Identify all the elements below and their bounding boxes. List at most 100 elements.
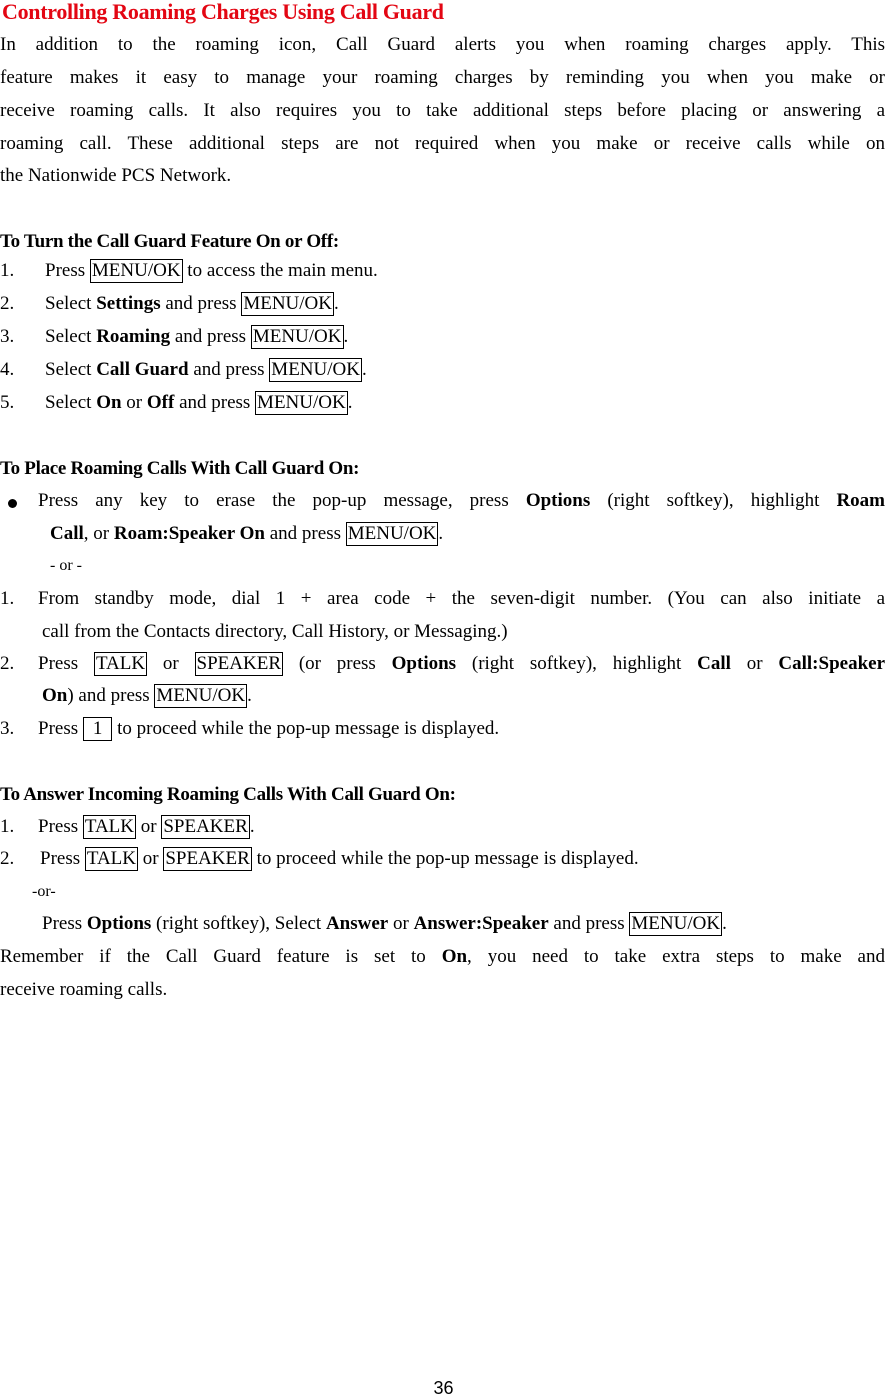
bullet-line-2: Call, or Roam:Speaker On and press MENU/… (50, 522, 443, 546)
step-text: and press (170, 326, 251, 347)
place-step-2-continued: On) and press MENU/OK. (42, 684, 252, 708)
call-label: Call (50, 523, 84, 544)
on-label: On (441, 946, 468, 967)
step-number: 5. (0, 392, 15, 413)
step-number: 2. (0, 653, 15, 674)
bullet-text: . (438, 523, 444, 544)
page-title: Controlling Roaming Charges Using Call G… (2, 0, 444, 24)
toggle-step-2: 2. Select Settings and press MENU/OK. (0, 292, 339, 316)
step-text: Select (45, 359, 97, 380)
step-text: . (347, 392, 353, 413)
intro-line-5: the Nationwide PCS Network. (0, 165, 232, 186)
step-number: 1. (0, 260, 15, 281)
toggle-step-5: 5. Select On or Off and press MENU/OK. (0, 391, 352, 415)
note-text: , you need to take extra steps to make a… (467, 946, 885, 967)
step-text: Press (40, 848, 85, 869)
place-step-2: 2. Press TALK or SPEAKER (or press Optio… (0, 652, 885, 676)
step-number: 2. (0, 293, 15, 314)
toggle-step-4: 4. Select Call Guard and press MENU/OK. (0, 358, 367, 382)
step-text-line: Press TALK or SPEAKER (or press Options … (38, 652, 885, 676)
page-number: 36 (433, 1378, 454, 1398)
section-heading-toggle: To Turn the Call Guard Feature On or Off… (0, 231, 339, 252)
call-speaker-label: Call:Speaker (778, 653, 885, 674)
step-text: to proceed while the pop-up message is d… (251, 848, 639, 869)
menu-ok-key: MENU/OK (345, 522, 439, 546)
step-text: (right softkey), Select (151, 913, 326, 934)
on-label: On (96, 392, 122, 413)
intro-line-3: receive roaming calls. It also requires … (0, 100, 885, 121)
answer-step-1: 1. Press TALK or SPEAKER. (0, 815, 255, 839)
step-text: or (138, 848, 164, 869)
roam-label: Roam (836, 490, 885, 511)
intro-line-2: feature makes it easy to manage your roa… (0, 67, 885, 88)
step-text: or (388, 913, 414, 934)
speaker-key: SPEAKER (161, 815, 250, 839)
toggle-step-3: 3. Select Roaming and press MENU/OK. (0, 325, 348, 349)
section-heading-place-calls: To Place Roaming Calls With Call Guard O… (0, 458, 360, 479)
menu-ok-key: MENU/OK (269, 358, 362, 382)
step-text: Press (42, 913, 87, 934)
speaker-key: SPEAKER (194, 652, 283, 676)
step-number: 3. (0, 718, 15, 739)
step-text: . (361, 359, 367, 380)
step-text: Press (38, 816, 83, 837)
step-text: . (334, 293, 339, 314)
step-text: From standby mode, dial 1 + area code + … (38, 588, 885, 609)
key-1: 1 (82, 717, 113, 741)
menu-ok-key: MENU/OK (250, 325, 344, 349)
bullet-icon (8, 499, 17, 508)
step-text: or (730, 653, 779, 674)
step-text: Press (38, 718, 83, 739)
section-heading-answer-calls: To Answer Incoming Roaming Calls With Ca… (0, 784, 456, 805)
options-label: Options (525, 490, 591, 511)
step-number: 3. (0, 326, 15, 347)
call-guard-label: Call Guard (96, 359, 189, 380)
answer-speaker-label: Answer:Speaker (413, 913, 549, 934)
or-separator: -or- (32, 883, 56, 900)
step-text: Press (38, 653, 94, 674)
remember-note-line-1: Remember if the Call Guard feature is se… (0, 945, 885, 969)
toggle-step-1: 1. Press MENU/OK to access the main menu. (0, 259, 378, 283)
step-text: to proceed while the pop-up message is d… (112, 718, 500, 739)
menu-ok-key: MENU/OK (255, 391, 348, 415)
step-number: 1. (0, 816, 15, 837)
call-label: Call (697, 653, 731, 674)
menu-ok-key: MENU/OK (629, 912, 723, 936)
step-text: (right softkey), highlight (456, 653, 698, 674)
step-number: 2. (0, 848, 15, 869)
bullet-text: Press any key to erase the pop-up messag… (38, 490, 526, 511)
step-text: or (136, 816, 162, 837)
roaming-label: Roaming (96, 326, 171, 347)
step-text: and press (188, 359, 270, 380)
off-label: Off (146, 392, 175, 413)
talk-key: TALK (84, 847, 139, 871)
menu-ok-key: MENU/OK (89, 259, 183, 283)
menu-ok-key: MENU/OK (154, 684, 248, 708)
or-separator: - or - (50, 557, 82, 574)
step-number: 1. (0, 588, 15, 609)
options-label: Options (86, 913, 152, 934)
roam-speaker-on-label: Roam:Speaker On (113, 523, 265, 544)
talk-key: TALK (93, 652, 148, 676)
step-number: 4. (0, 359, 15, 380)
step-text: and press (160, 293, 242, 314)
answer-alternative: Press Options (right softkey), Select An… (42, 912, 727, 936)
bullet-text: , or (83, 523, 114, 544)
step-text: . (343, 326, 349, 347)
remember-note-line-2: receive roaming calls. (0, 979, 168, 1000)
step-text: Select (45, 293, 97, 314)
step-text: and press (548, 913, 630, 934)
step-text: Press (45, 260, 90, 281)
place-step-3: 3. Press 1 to proceed while the pop-up me… (0, 717, 499, 741)
speaker-key: SPEAKER (163, 847, 252, 871)
intro-line-1: In addition to the roaming icon, Call Gu… (0, 34, 885, 55)
step-text: . (247, 685, 252, 706)
step-text: or (147, 653, 195, 674)
step-text: to access the main menu. (182, 260, 378, 281)
step-text: Select (45, 392, 97, 413)
step-text: . (722, 913, 727, 934)
intro-line-4: roaming call. These additional steps are… (0, 133, 885, 154)
step-text: and press (174, 392, 256, 413)
step-text: or (121, 392, 147, 413)
bullet-text: and press (265, 523, 346, 544)
